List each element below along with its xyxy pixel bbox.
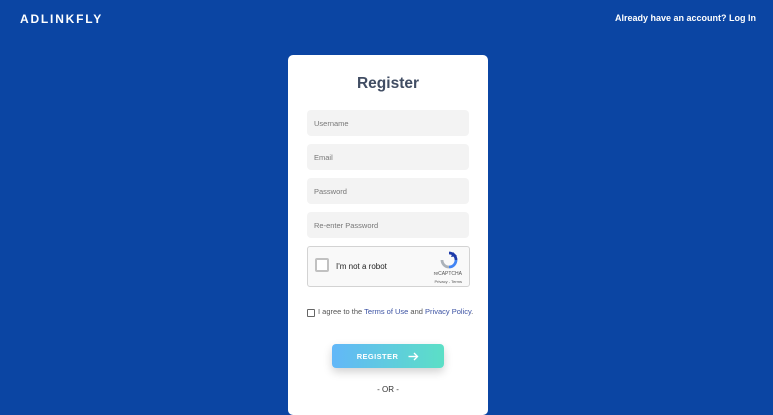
recaptcha-brand: reCAPTCHA xyxy=(433,271,462,277)
recaptcha-links: Privacy - Terms xyxy=(435,279,463,284)
confirm-password-input[interactable] xyxy=(307,212,469,238)
recaptcha-checkbox[interactable] xyxy=(315,258,329,272)
register-card: Register I'm not a robot reCAPTCHA Priva… xyxy=(288,55,488,415)
login-link[interactable]: Already have an account? Log In xyxy=(615,13,756,23)
agree-suffix: . xyxy=(471,307,474,316)
privacy-policy-link[interactable]: Privacy Policy xyxy=(425,307,471,316)
password-input[interactable] xyxy=(307,178,469,204)
agree-middle: and xyxy=(408,307,426,316)
agree-prefix: I agree to the xyxy=(318,307,365,316)
email-input[interactable] xyxy=(307,144,469,170)
recaptcha-privacy-link[interactable]: Privacy xyxy=(435,279,448,284)
register-button-label: REGISTER xyxy=(356,351,399,361)
recaptcha-terms-link[interactable]: Terms xyxy=(451,279,462,284)
recaptcha-widget: I'm not a robot reCAPTCHA Privacy - Term… xyxy=(307,246,470,287)
or-divider: - OR - xyxy=(377,385,399,394)
arrow-right-icon xyxy=(408,352,419,361)
register-button[interactable]: REGISTER xyxy=(332,344,444,368)
page-title: Register xyxy=(356,75,420,92)
terms-of-use-link[interactable]: Terms of Use xyxy=(364,307,408,316)
brand-logo[interactable]: ADLINKFLY xyxy=(20,12,103,26)
agree-checkbox[interactable] xyxy=(307,309,315,317)
username-input[interactable] xyxy=(307,110,469,136)
agree-text: I agree to the Terms of Use and Privacy … xyxy=(318,307,476,318)
recaptcha-label: I'm not a robot xyxy=(336,262,387,271)
